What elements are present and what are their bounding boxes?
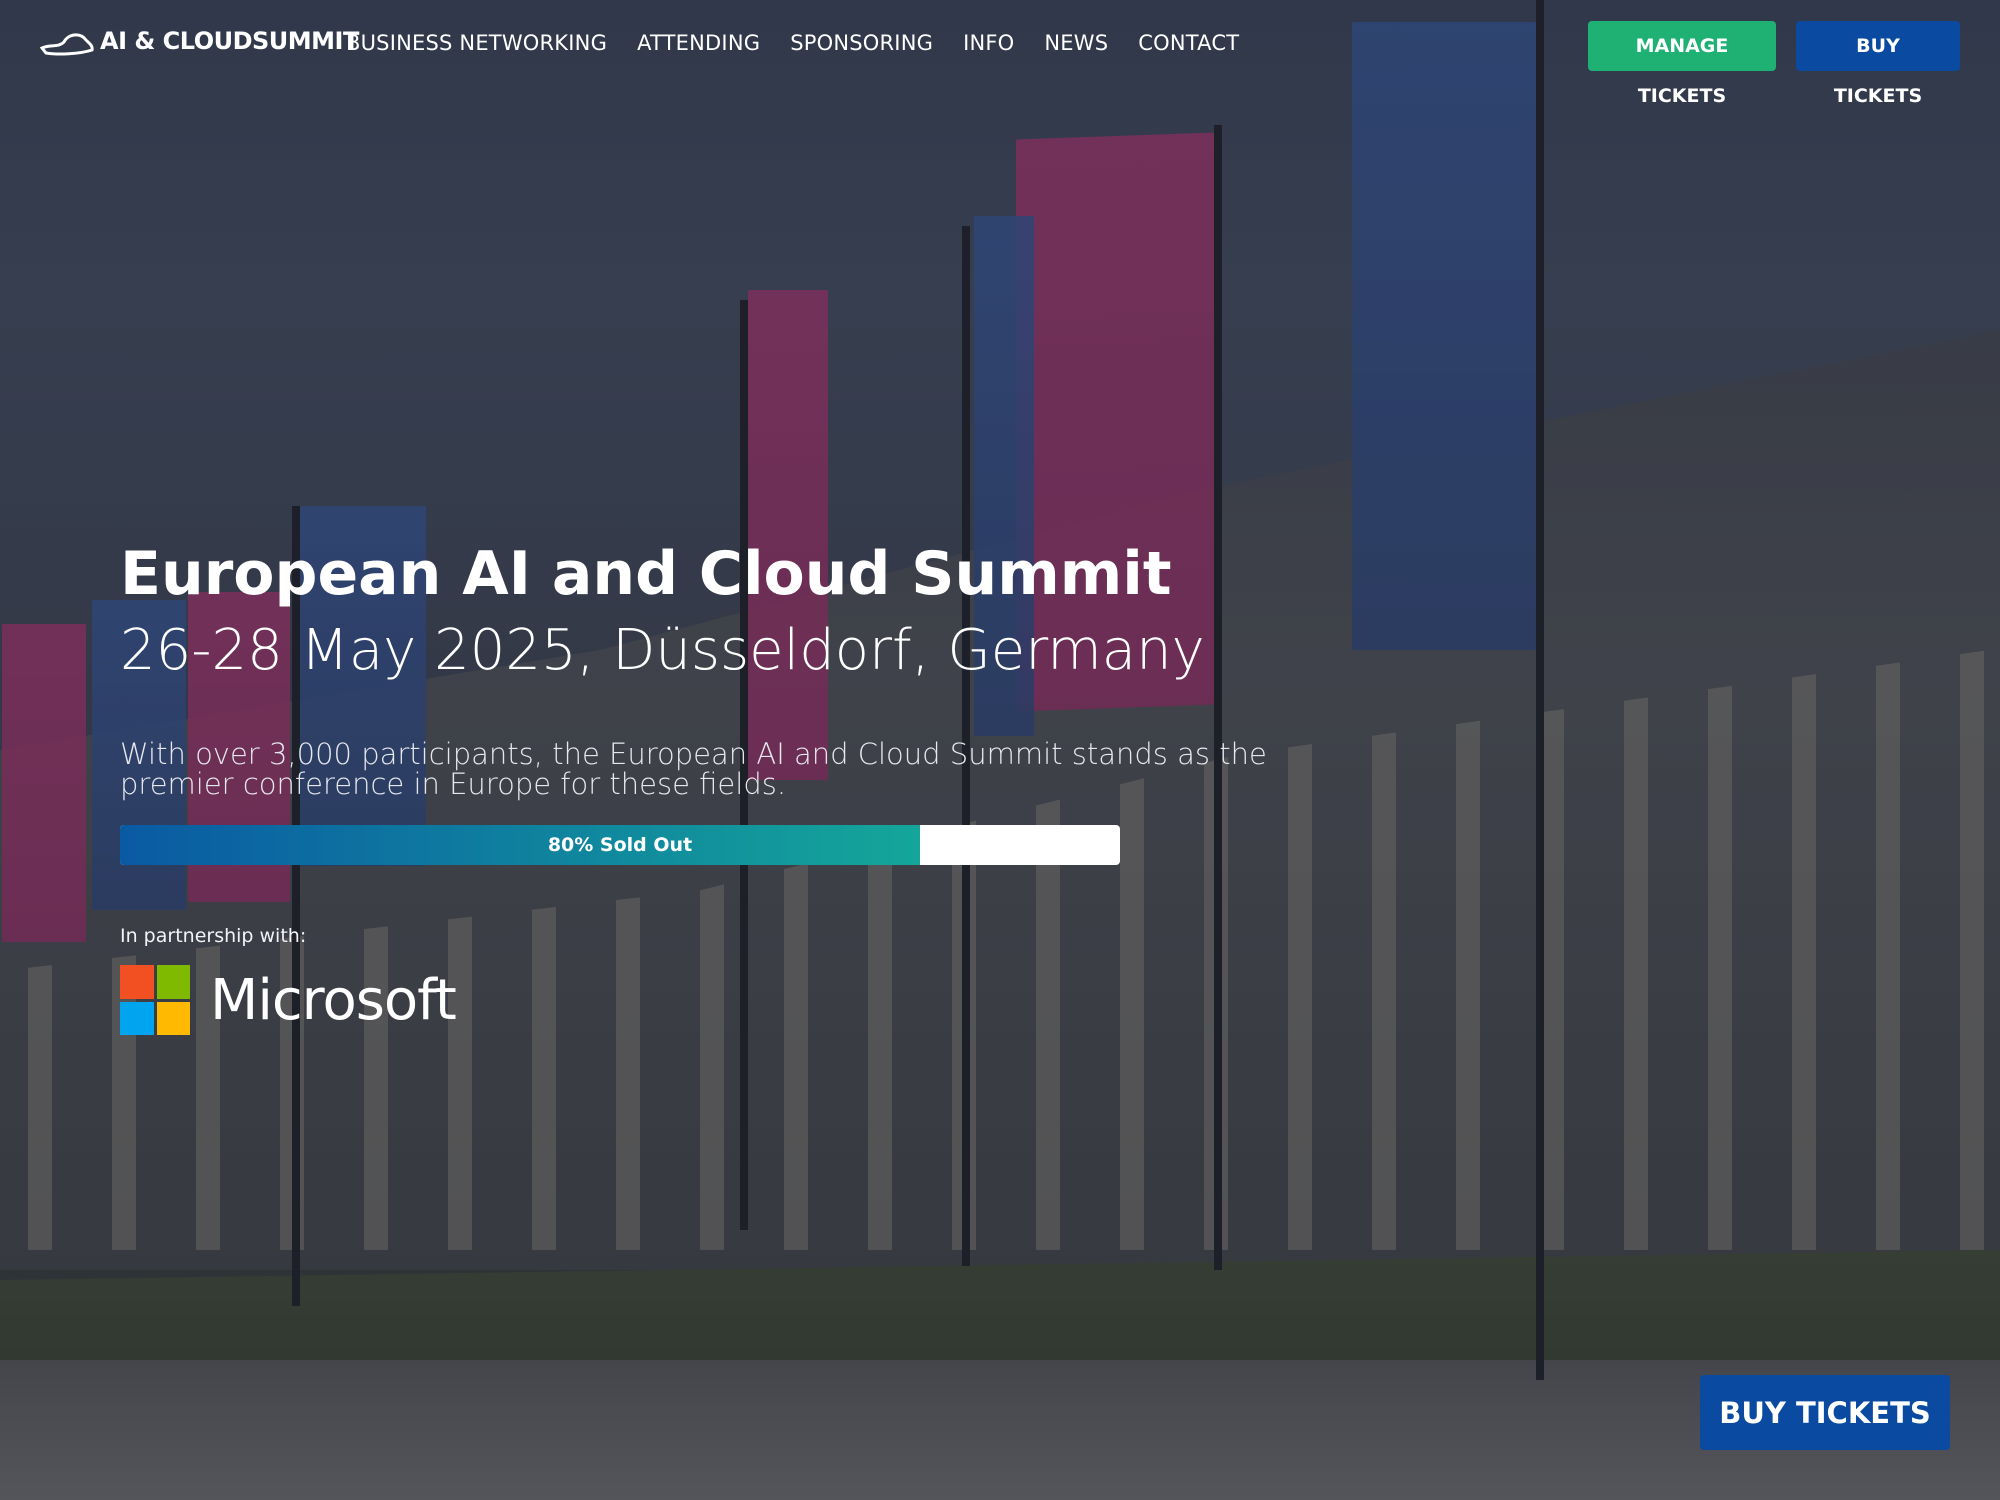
floating-buy-tickets-button[interactable]: BUY TICKETS bbox=[1700, 1375, 1950, 1450]
hero-content: European AI and Cloud Summit 26-28 May 2… bbox=[120, 535, 1320, 1035]
event-date-location: 26-28 May 2025, Düsseldorf, Germany bbox=[120, 618, 1205, 683]
nav-info[interactable]: INFO bbox=[963, 31, 1014, 55]
nav-attending[interactable]: ATTENDING bbox=[637, 31, 760, 55]
nav-sponsoring[interactable]: SPONSORING bbox=[790, 31, 933, 55]
top-navigation-bar: AI & CLOUDSUMMIT BUSINESS NETWORKING ATT… bbox=[0, 0, 2000, 107]
logo-text: AI & CLOUDSUMMIT bbox=[100, 27, 359, 55]
partner-logo[interactable]: Microsoft bbox=[120, 965, 1320, 1035]
sold-out-progress-bar: 80% Sold Out bbox=[120, 825, 1120, 865]
cloud-logo-icon bbox=[40, 33, 94, 56]
manage-tickets-button[interactable]: MANAGE TICKETS bbox=[1588, 21, 1776, 107]
hero-description: With over 3,000 participants, the Europe… bbox=[120, 737, 1267, 801]
nav-news[interactable]: NEWS bbox=[1044, 31, 1108, 55]
microsoft-logo-icon bbox=[120, 965, 190, 1035]
site-logo[interactable]: AI & CLOUDSUMMIT bbox=[40, 26, 359, 56]
buy-tickets-button[interactable]: BUY TICKETS bbox=[1796, 21, 1960, 107]
partner-label: In partnership with: bbox=[120, 925, 307, 947]
page-title: European AI and Cloud Summit bbox=[120, 539, 1172, 609]
nav-contact[interactable]: CONTACT bbox=[1138, 31, 1239, 55]
main-navigation: BUSINESS NETWORKING ATTENDING SPONSORING… bbox=[346, 31, 1239, 55]
progress-label: 80% Sold Out bbox=[547, 834, 693, 856]
nav-business-networking[interactable]: BUSINESS NETWORKING bbox=[346, 31, 607, 55]
partner-name: Microsoft bbox=[210, 967, 457, 1033]
